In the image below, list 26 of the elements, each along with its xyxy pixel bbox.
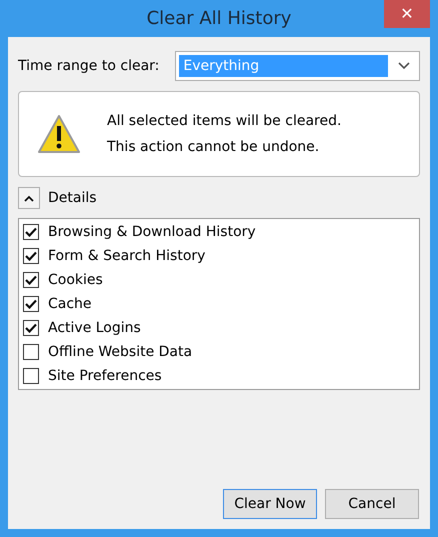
checkbox-label: Offline Website Data bbox=[48, 342, 192, 362]
time-range-label: Time range to clear: bbox=[18, 56, 160, 76]
clear-now-button[interactable]: Clear Now bbox=[223, 489, 317, 519]
chevron-down-icon bbox=[398, 62, 410, 70]
checkbox[interactable] bbox=[23, 272, 39, 288]
warning-text: All selected items will be cleared. bbox=[107, 112, 342, 131]
checkbox[interactable] bbox=[23, 248, 39, 264]
details-label: Details bbox=[48, 188, 97, 208]
window-title: Clear All History bbox=[146, 7, 292, 31]
checkbox-label: Active Logins bbox=[48, 318, 141, 338]
warning-icon bbox=[37, 114, 81, 154]
checkbox[interactable] bbox=[23, 296, 39, 312]
details-toggle-button[interactable] bbox=[18, 187, 40, 209]
checkbox-label: Site Preferences bbox=[48, 366, 162, 386]
close-button[interactable]: ✕ bbox=[384, 0, 430, 28]
checkbox[interactable] bbox=[23, 224, 39, 240]
checkbox-label: Browsing & Download History bbox=[48, 222, 256, 242]
checkbox[interactable] bbox=[23, 344, 39, 360]
checkbox-label: Cache bbox=[48, 294, 92, 314]
checkbox-label: Form & Search History bbox=[48, 246, 206, 266]
cancel-button[interactable]: Cancel bbox=[325, 489, 419, 519]
checkbox-label: Cookies bbox=[48, 270, 103, 290]
checkbox[interactable] bbox=[23, 368, 39, 384]
warning-text: This action cannot be undone. bbox=[107, 138, 320, 157]
checkbox[interactable] bbox=[23, 320, 39, 336]
caret-icon bbox=[24, 194, 34, 202]
